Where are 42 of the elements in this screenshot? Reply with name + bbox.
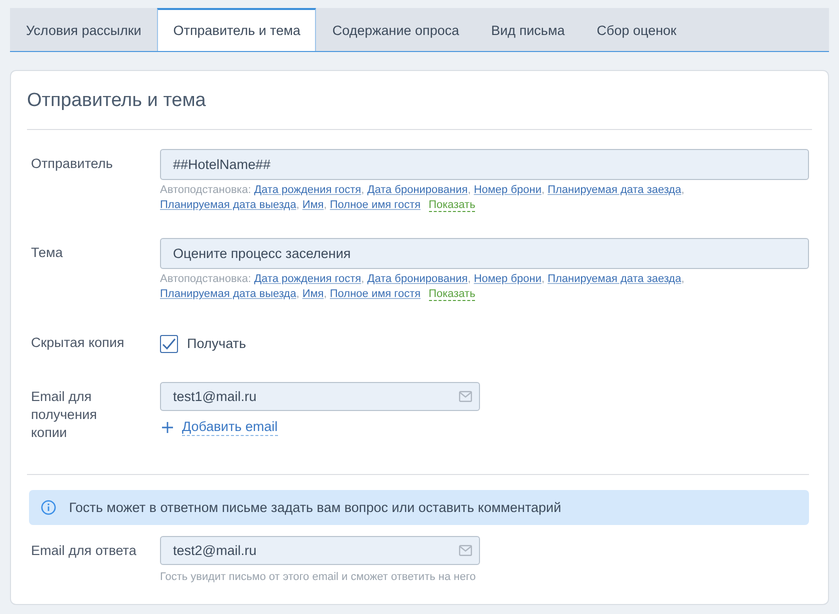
autofill-link[interactable]: Дата рождения гостя [254,184,362,196]
plus-icon[interactable] [162,422,173,432]
autofill-link[interactable]: Полное имя гостя [330,199,421,211]
autofill-hint: Автоподстановка: Дата рождения гостя, Дата бронирования, Номер брони, Планируемая дата заезда, Планируемая дата выезда, Имя, Полное имя гостя Показать [160,183,686,213]
autofill-link[interactable]: Номер брони [474,184,542,196]
field-label: Отправитель [31,155,114,173]
email-field[interactable]: test1@mail.ru [160,382,480,411]
field-label: Тема [31,244,64,262]
envelope-icon [459,391,472,402]
text-field[interactable]: Оцените процесс заселения [160,238,809,269]
field-label: Email для получения копии [31,388,98,442]
field-label: Email для ответа [31,542,138,560]
checkbox[interactable] [160,334,178,352]
section-title: Отправитель и тема [27,89,207,113]
info-icon [41,500,56,515]
checkbox-label[interactable]: Получать [187,336,246,351]
email-field[interactable]: test2@mail.ru [160,536,480,565]
autofill-hint: Автоподстановка: Дата рождения гостя, Дата бронирования, Номер брони, Планируемая дата заезда, Планируемая дата выезда, Имя, Полное имя гостя Показать [160,272,686,302]
autofill-link[interactable]: Дата бронирования [367,184,468,196]
add-email-link[interactable]: Добавить email [182,418,278,436]
field-label: Скрытая копия [31,334,126,352]
tab[interactable]: Сбор оценок [580,8,692,51]
autofill-link[interactable]: Планируемая дата выезда [160,288,296,300]
autofill-link[interactable]: Дата бронирования [367,273,468,285]
tab[interactable]: Содержание опроса [316,8,476,51]
autofill-link[interactable]: Имя [302,199,324,211]
autofill-link[interactable]: Планируемая дата заезда [548,184,682,196]
envelope-icon [459,545,472,556]
tab[interactable]: Условия рассылки [10,8,158,51]
show-link[interactable]: Показать [428,288,476,301]
autofill-link[interactable]: Дата рождения гостя [254,273,362,285]
autofill-link[interactable]: Номер брони [474,273,542,285]
autofill-link[interactable]: Полное имя гостя [330,288,421,300]
tab[interactable]: Вид письма [475,8,581,51]
field-hint: Гость увидит письмо от этого email и сможет ответить на него [160,570,477,585]
show-link[interactable]: Показать [428,199,476,212]
text-field[interactable]: ##HotelName## [160,149,809,180]
info-text: Гость может в ответном письме задать вам вопрос или оставить комментарий [69,500,562,515]
tab[interactable]: Отправитель и тема [157,8,316,51]
autofill-link[interactable]: Планируемая дата заезда [548,273,682,285]
autofill-link[interactable]: Имя [302,288,324,300]
autofill-link[interactable]: Планируемая дата выезда [160,199,296,211]
